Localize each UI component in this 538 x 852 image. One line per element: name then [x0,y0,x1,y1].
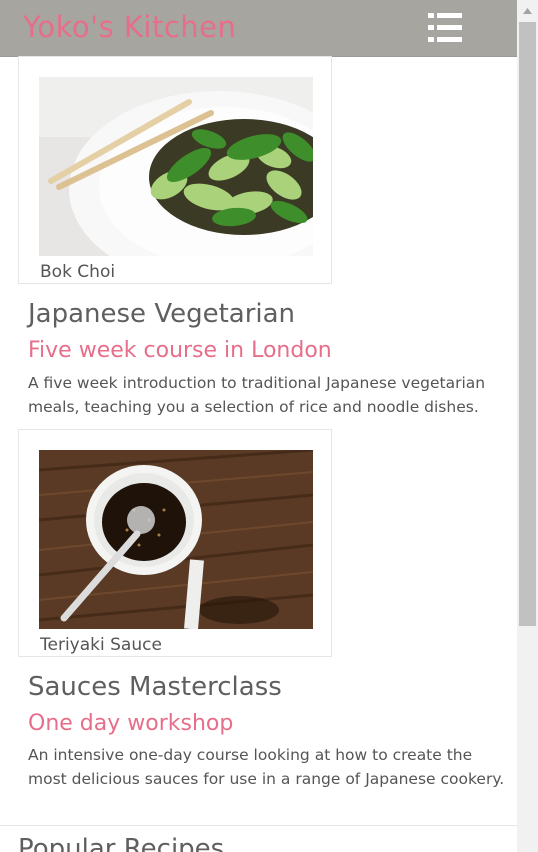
popular-recipes-heading: Popular Recipes [18,834,225,852]
menu-icon[interactable] [428,12,462,44]
course-subtitle: One day workshop [28,711,234,736]
course-title: Japanese Vegetarian [28,299,296,329]
section-divider [0,825,517,826]
course-description: An intensive one-day course looking at h… [28,746,505,788]
site-logo-text[interactable]: Yoko's Kitchen [23,10,236,44]
image-caption: Teriyaki Sauce [40,635,162,655]
course-title: Sauces Masterclass [28,672,282,702]
bok-choi-photo [39,77,313,256]
vertical-scrollbar[interactable] [517,0,538,852]
course-image-card: Bok Choi [18,56,332,284]
course-subtitle: Five week course in London [28,338,332,363]
image-caption: Bok Choi [40,262,116,282]
scroll-up-arrow-icon[interactable] [517,0,538,22]
scrollbar-thumb[interactable] [519,22,536,626]
main-content: Bok Choi Japanese Vegetarian Five week c… [0,56,517,852]
course-image-card: Teriyaki Sauce [18,429,332,657]
site-header: Yoko's Kitchen [0,0,517,57]
course-description: A five week introduction to traditional … [28,374,486,416]
teriyaki-sauce-photo [39,450,313,629]
